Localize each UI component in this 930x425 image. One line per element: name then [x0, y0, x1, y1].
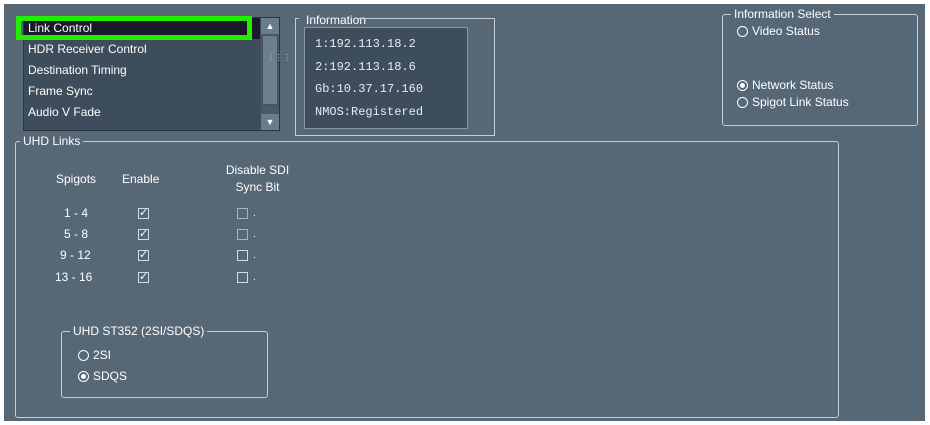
list-item-hdr-receiver-control[interactable]: HDR Receiver Control [24, 39, 260, 60]
check-mark-icon: ✓ [139, 228, 149, 240]
information-frame-right [494, 18, 495, 136]
information-box: 1:192.113.18.2 2:192.113.18.6 Gb:10.37.1… [304, 27, 468, 129]
check-mark-icon: ✓ [139, 271, 149, 283]
scroll-thumb[interactable]: ⋮⋮⋮ [262, 35, 291, 105]
app-window: Link Control HDR Receiver Control Destin… [0, 0, 930, 425]
grip-icon: ⋮⋮⋮ [267, 53, 291, 62]
disable-sync-checkbox-1-4[interactable] [237, 208, 248, 219]
radio-off-icon [737, 96, 748, 108]
check-mark-icon: ✓ [139, 249, 149, 261]
radio-label: Network Status [752, 78, 834, 92]
radio-network-status[interactable]: Network Status [737, 78, 833, 92]
enable-checkbox-13-16[interactable]: ✓ [138, 272, 149, 283]
header-disable-sdi: Disable SDI [225, 163, 290, 177]
dot-marker: . [253, 272, 256, 283]
category-list-items: Link Control HDR Receiver Control Destin… [24, 18, 260, 130]
check-mark-icon: ✓ [139, 207, 149, 219]
spigot-label: 5 - 8 [64, 227, 89, 241]
uhd-st352-group: UHD ST352 (2SI/SDQS) 2SI SDQS [61, 324, 268, 398]
radio-video-status[interactable]: Video Status [737, 24, 820, 38]
info-line-4: NMOS:Registered [315, 105, 424, 119]
radio-label: Video Status [752, 24, 820, 38]
scroll-up-icon[interactable]: ▲ [261, 18, 279, 34]
info-line-3: Gb:10.37.17.160 [315, 82, 424, 96]
information-frame-top [356, 18, 494, 19]
list-item-destination-timing[interactable]: Destination Timing [24, 60, 260, 81]
uhd-st352-title: UHD ST352 (2SI/SDQS) [70, 324, 208, 338]
radio-on-icon [78, 370, 89, 382]
info-line-2: 2:192.113.18.6 [315, 60, 416, 74]
header-enable: Enable [122, 172, 160, 186]
radio-label: 2SI [93, 348, 112, 362]
disable-sync-checkbox-5-8[interactable] [237, 229, 248, 240]
link-control-panel: Link Control HDR Receiver Control Destin… [4, 4, 925, 421]
information-frame-left [295, 18, 296, 136]
radio-label: Spigot Link Status [752, 95, 849, 109]
dot-marker: . [253, 208, 256, 219]
header-sync-bit: Sync Bit [235, 180, 280, 194]
list-item-frame-sync[interactable]: Frame Sync [24, 81, 260, 102]
spigot-label: 1 - 4 [64, 206, 89, 220]
radio-sdqs[interactable]: SDQS [78, 369, 127, 383]
information-select-group: Information Select Video Status Network … [722, 7, 918, 126]
disable-sync-checkbox-13-16[interactable] [237, 272, 248, 283]
spigot-label: 13 - 16 [55, 270, 93, 284]
list-item-link-control[interactable]: Link Control [24, 18, 260, 39]
information-select-title: Information Select [731, 7, 834, 21]
list-scrollbar[interactable]: ▲ ⋮⋮⋮ ▼ [261, 18, 291, 130]
radio-off-icon [737, 25, 748, 37]
radio-label: SDQS [93, 369, 128, 383]
spigot-label: 9 - 12 [60, 248, 91, 262]
category-list[interactable]: Link Control HDR Receiver Control Destin… [23, 17, 291, 131]
enable-checkbox-1-4[interactable]: ✓ [138, 208, 149, 219]
info-line-1: 1:192.113.18.2 [315, 37, 416, 51]
dot-marker: . [253, 250, 256, 261]
disable-sync-checkbox-9-12[interactable] [237, 250, 248, 261]
header-spigots: Spigots [56, 172, 97, 186]
radio-spigot-link-status[interactable]: Spigot Link Status [737, 95, 849, 109]
scroll-down-icon[interactable]: ▼ [261, 114, 279, 130]
list-item-audio-v-fade[interactable]: Audio V Fade [24, 102, 260, 123]
enable-checkbox-9-12[interactable]: ✓ [138, 250, 149, 261]
radio-on-icon [737, 79, 748, 91]
radio-2si[interactable]: 2SI [78, 348, 111, 362]
information-title: Information [306, 13, 367, 27]
radio-off-icon [78, 349, 89, 361]
information-frame-bottom [295, 135, 495, 136]
dot-marker: . [253, 229, 256, 240]
enable-checkbox-5-8[interactable]: ✓ [138, 229, 149, 240]
uhd-links-title: UHD Links [20, 134, 84, 148]
uhd-links-group: UHD Links Spigots Enable Disable SDI Syn… [15, 134, 839, 418]
